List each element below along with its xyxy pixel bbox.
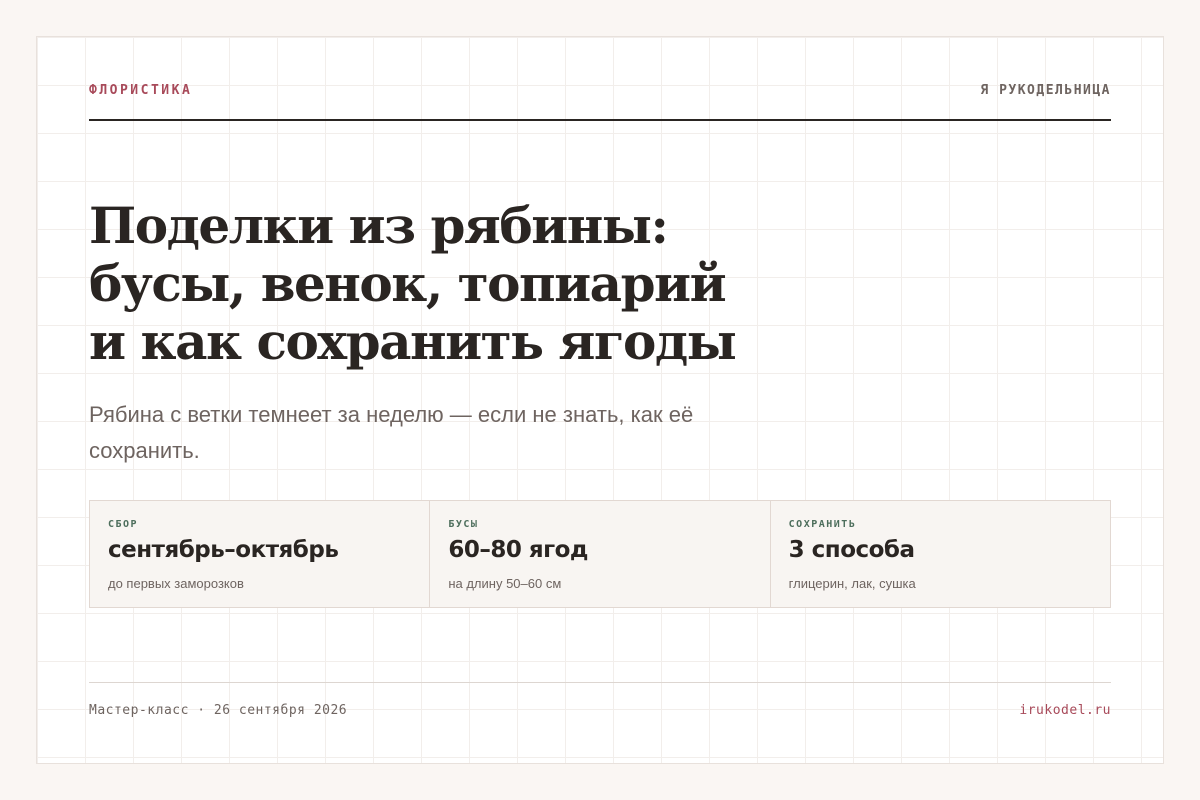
title-line-3: и как сохранить ягоды [89,312,737,371]
article-subtitle: Рябина с ветки темнеет за неделю — если … [89,402,694,463]
stat-note: глицерин, лак, сушка [788,576,916,591]
title-line-2: бусы, венок, топиарий [89,254,727,313]
title-line-1: Поделки из рябины: [89,196,669,255]
article-title: Поделки из рябины: бусы, венок, топиарий и… [89,197,809,371]
stat-beads: БУСЫ 60–80 ягод на длину 50–60 см [429,501,769,607]
stat-note: до первых заморозков [108,576,244,591]
stat-harvest: СБОР сентябрь–октябрь до первых заморозк… [90,501,429,607]
article-card: ФЛОРИСТИКА Я РУКОДЕЛЬНИЦА Поделки из ряб… [36,36,1164,764]
footer-divider [89,682,1111,683]
event-date: Мастер-класс · 26 сентября 2026 [89,703,348,718]
stat-preserve: СОХРАНИТЬ 3 способа глицерин, лак, сушка [769,501,1110,607]
card-header: ФЛОРИСТИКА Я РУКОДЕЛЬНИЦА [89,83,1111,121]
stat-label: БУСЫ [448,519,479,530]
brand-label[interactable]: Я РУКОДЕЛЬНИЦА [980,83,1111,98]
stat-value: 3 способа [788,537,915,563]
stat-value: 60–80 ягод [448,537,589,563]
category-label[interactable]: ФЛОРИСТИКА [89,83,192,98]
stats-panel: СБОР сентябрь–октябрь до первых заморозк… [89,500,1111,608]
stat-label: СОХРАНИТЬ [788,519,857,530]
stat-label: СБОР [108,519,139,530]
stat-value: сентябрь–октябрь [108,537,339,563]
stat-note: на длину 50–60 см [448,576,562,591]
site-link[interactable]: irukodel.ru [1019,703,1111,718]
